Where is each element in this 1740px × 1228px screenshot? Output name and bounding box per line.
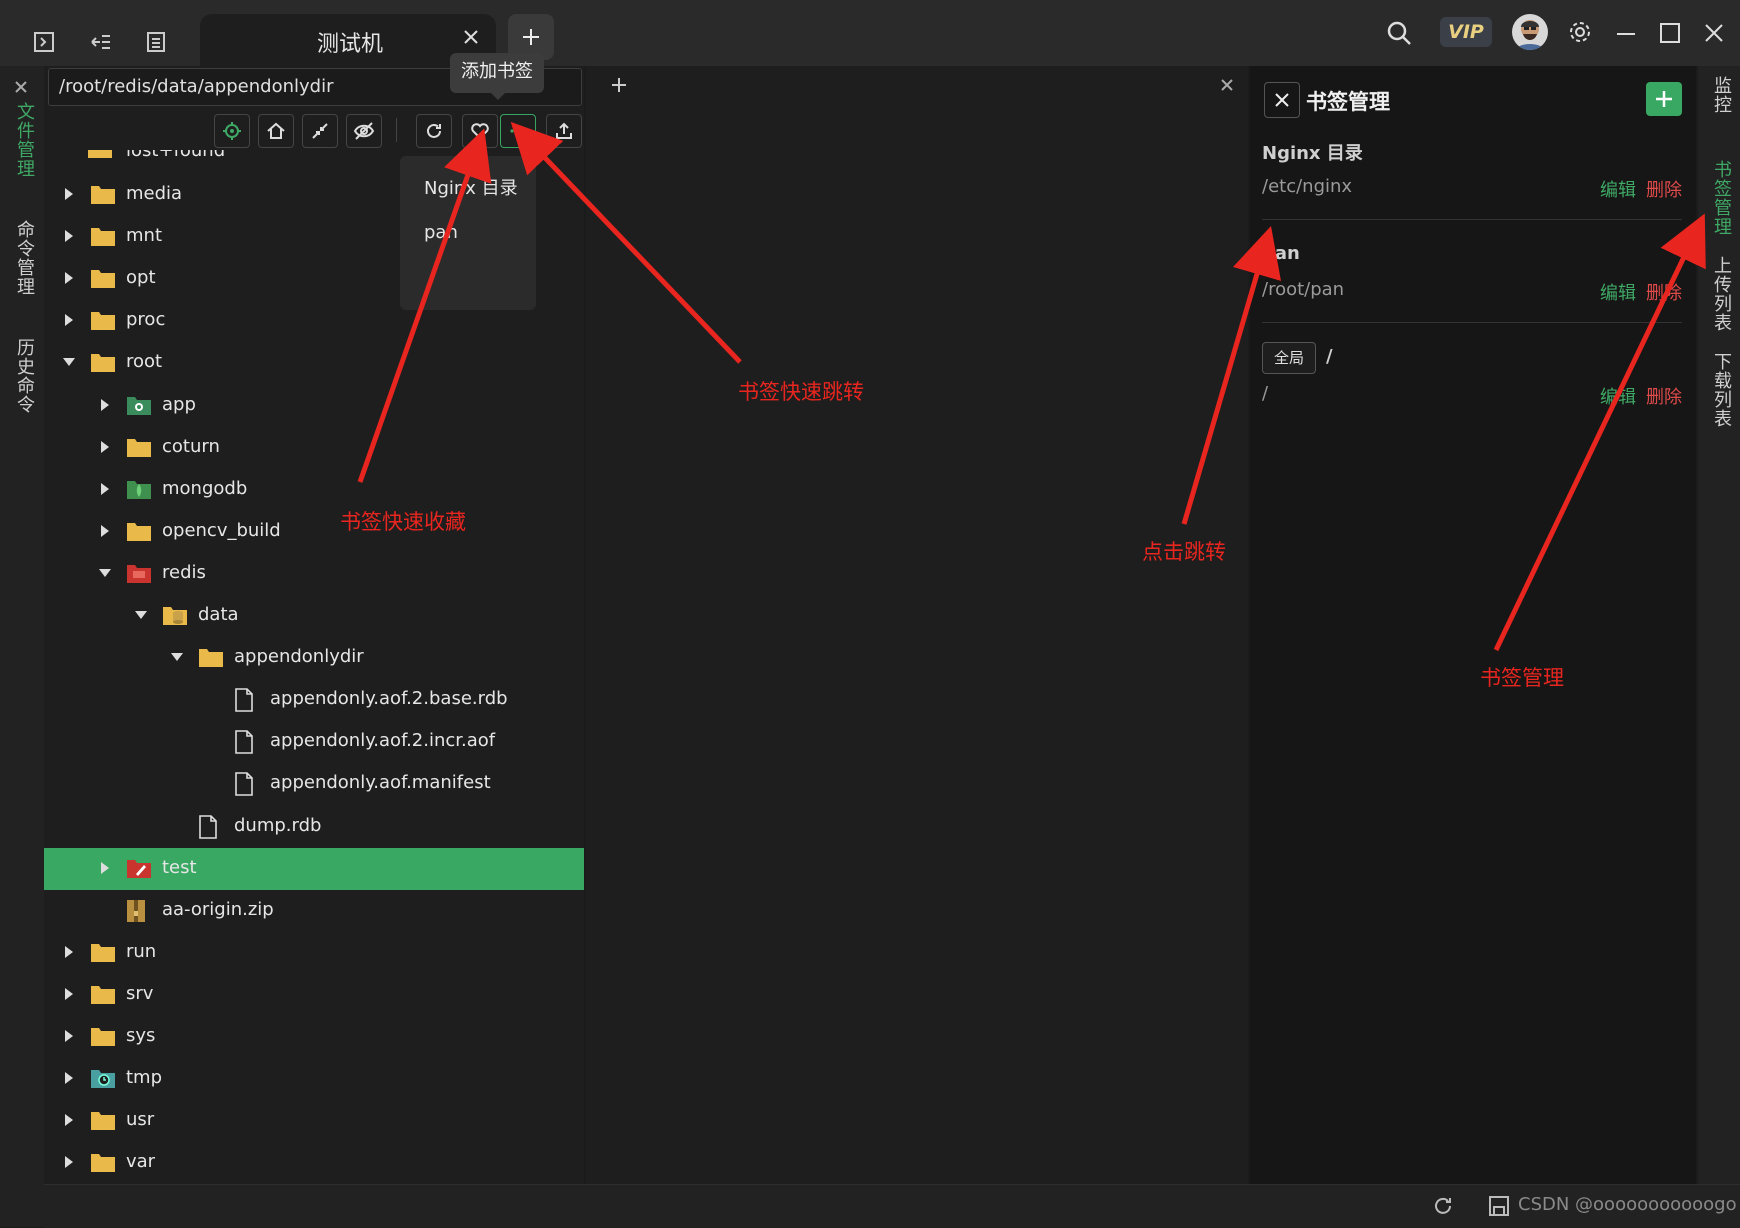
arrow-quick-collect [357,128,492,483]
annotation-arrows [357,121,1706,652]
annotation-click-jump: 点击跳转 [1142,540,1226,564]
annotation-bookmark-manage: 书签管理 [1480,666,1564,690]
annotation-quick-jump: 书签快速跳转 [738,380,864,404]
arrow-bookmark-manage [1493,213,1706,652]
annotation-quick-collect: 书签快速收藏 [340,510,466,534]
arrow-quick-jump [510,121,742,364]
arrow-click-jump [1181,226,1281,525]
